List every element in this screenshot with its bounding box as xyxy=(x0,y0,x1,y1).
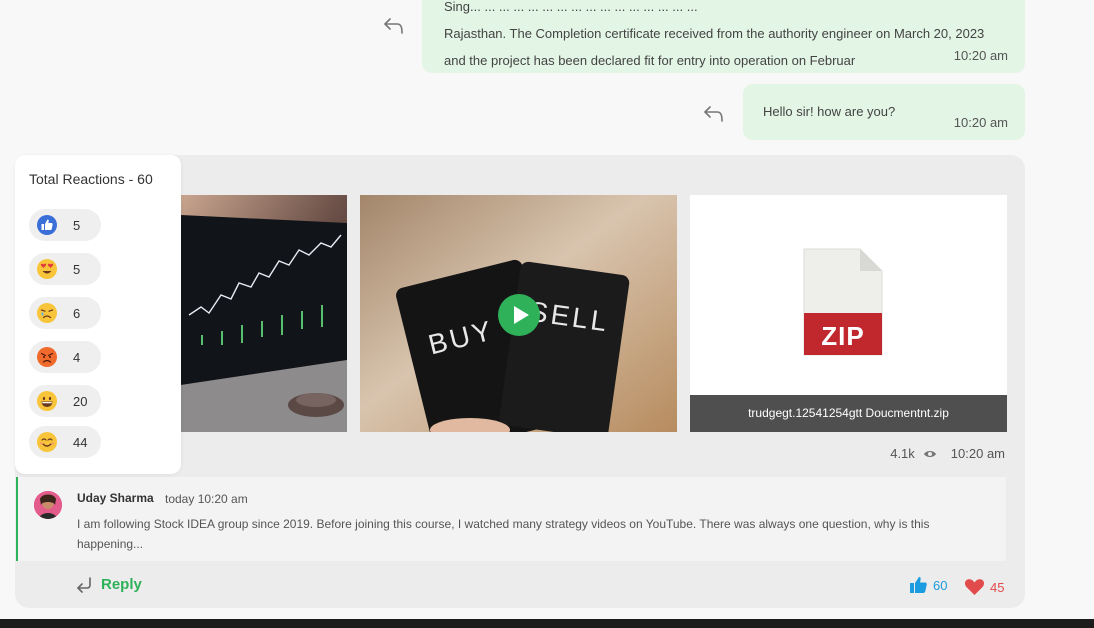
comment-actions: Reply 60 45 xyxy=(15,561,1025,608)
sad-emoji-icon xyxy=(37,303,57,323)
comment-time: today 10:20 am xyxy=(165,492,248,506)
reaction-count: 6 xyxy=(73,305,81,321)
message-line: Rajasthan. The Completion certificate re… xyxy=(444,26,985,41)
file-attachment-zip[interactable]: ZIP trudgegt.12541254gtt Doucmentnt.zip xyxy=(690,195,1007,432)
view-count-value: 4.1k xyxy=(890,446,915,461)
outgoing-message-bubble: Sing... ... ... ... ... ... ... ... ... … xyxy=(422,0,1025,73)
thumbs-up-icon xyxy=(37,215,57,235)
like-button[interactable]: 60 xyxy=(910,577,947,593)
image-thumbnail-laptop-chart[interactable] xyxy=(181,195,347,432)
heart-eyes-emoji-icon xyxy=(37,259,57,279)
message-line: Sing... ... ... ... ... ... ... ... ... … xyxy=(444,0,698,14)
comment-text: I am following Stock IDEA group since 20… xyxy=(77,517,930,551)
reactions-panel: Total Reactions - 60 5 5 6 4 20 44 xyxy=(15,155,181,474)
reaction-item-smile[interactable]: 44 xyxy=(29,426,101,458)
video-thumbnail-buy-sell[interactable]: BUY SELL xyxy=(360,195,677,432)
like-count: 60 xyxy=(933,577,948,593)
message-text: Sing... ... ... ... ... ... ... ... ... … xyxy=(444,0,1019,74)
reply-label: Reply xyxy=(101,576,142,593)
heart-button[interactable]: 45 xyxy=(965,579,1004,595)
avatar[interactable] xyxy=(34,491,62,519)
outgoing-message-bubble: Hello sir! how are you? 10:20 am xyxy=(743,84,1025,140)
reaction-count: 5 xyxy=(73,217,81,233)
zip-file-icon: ZIP xyxy=(803,248,883,356)
reaction-count: 4 xyxy=(73,349,81,365)
reaction-item-sad[interactable]: 6 xyxy=(29,297,101,329)
reaction-count: 20 xyxy=(73,393,88,409)
media-time: 10:20 am xyxy=(950,446,1005,461)
reply-arrow-icon[interactable] xyxy=(383,17,405,35)
reaction-count: 44 xyxy=(73,434,88,450)
reply-arrow-icon[interactable] xyxy=(703,105,725,123)
taskbar xyxy=(0,619,1094,628)
angry-emoji-icon xyxy=(37,347,57,367)
reaction-item-angry[interactable]: 4 xyxy=(29,341,101,373)
reaction-count: 5 xyxy=(73,261,81,277)
message-text: Hello sir! how are you? xyxy=(763,104,896,119)
eye-icon xyxy=(923,450,936,457)
reactions-title: Total Reactions - 60 xyxy=(29,171,153,187)
message-time: 10:20 am xyxy=(953,48,1008,63)
zip-filename: trudgegt.12541254gtt Doucmentnt.zip xyxy=(690,395,1007,432)
thumbs-up-icon xyxy=(910,577,927,593)
reaction-item-love[interactable]: 5 xyxy=(29,253,101,285)
heart-count: 45 xyxy=(990,579,1005,595)
grin-emoji-icon xyxy=(37,391,57,411)
play-icon[interactable] xyxy=(498,294,540,336)
message-line: and the project has been declared fit fo… xyxy=(444,53,856,68)
comment-author[interactable]: Uday Sharma xyxy=(77,491,154,505)
comment-item: Uday Sharma today 10:20 am I am followin… xyxy=(16,477,1006,561)
heart-icon xyxy=(965,579,984,595)
reaction-item-laugh[interactable]: 20 xyxy=(29,385,101,417)
reply-icon xyxy=(77,576,91,593)
media-meta: 4.1k 10:20 am xyxy=(890,446,1005,461)
reply-button[interactable]: Reply xyxy=(75,576,142,593)
zip-badge-text: ZIP xyxy=(821,321,864,351)
message-time: 10:20 am xyxy=(953,115,1008,130)
reaction-item-like[interactable]: 5 xyxy=(29,209,101,241)
view-count: 4.1k xyxy=(890,446,937,461)
smile-emoji-icon xyxy=(37,432,57,452)
